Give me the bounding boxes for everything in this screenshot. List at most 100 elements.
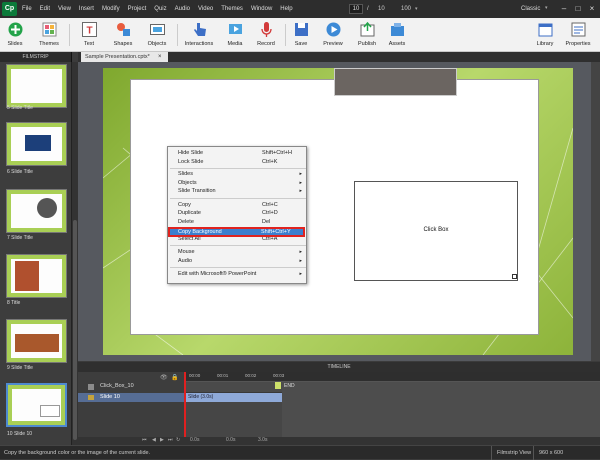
lock-icon[interactable]: 🔒 [171,374,178,381]
interactions-button[interactable]: Interactions [182,21,216,51]
timeline-bar-slide[interactable]: Slide (3.0s) [185,393,282,402]
status-view: Filmstrip View [497,450,532,456]
timeline-ruler[interactable]: 00:00 00:01 00:02 00:03 [185,372,600,382]
record-button[interactable]: Record [255,21,277,51]
current-time: 0.0s [190,437,200,443]
menu-item-hide-slide[interactable]: Hide Slide Shift+Ctrl+H [178,149,306,158]
menu-view[interactable]: View [58,6,71,12]
publish-button[interactable]: Publish [354,21,380,51]
assets-button[interactable]: Assets [386,21,408,51]
menu-project[interactable]: Project [128,6,147,12]
minimize-icon[interactable]: – [558,3,570,15]
library-icon [537,21,554,38]
menu-audio[interactable]: Audio [175,6,190,12]
document-tab[interactable]: Sample Presentation.cptx* [81,52,168,62]
play-icon [325,21,342,38]
menu-edit[interactable]: Edit [40,6,50,12]
zoom-select[interactable]: 100 [401,4,411,14]
menu-bar: File Edit View Insert Modify Project Qui… [22,0,293,18]
menu-item-edit-powerpoint[interactable]: Edit with Microsoft® PowerPoint ▸ [178,270,306,279]
stage-scrollbar[interactable] [591,62,600,361]
duration-time: 3.0s [258,437,268,443]
workspace-chevron-icon[interactable]: ▾ [545,5,548,11]
preview-button[interactable]: Preview [320,21,346,51]
menu-themes[interactable]: Themes [221,6,243,12]
next-icon[interactable]: ⏭ [168,437,173,443]
maximize-icon[interactable]: □ [572,3,584,15]
properties-icon [570,21,587,38]
menu-modify[interactable]: Modify [102,6,120,12]
layer-row-slide[interactable]: Slide 10 [78,393,184,402]
save-icon [293,21,310,38]
menu-item-mouse[interactable]: Mouse ▸ [178,248,306,257]
zoom-chevron-icon[interactable]: ▾ [415,5,418,13]
menu-quiz[interactable]: Quiz [154,6,166,12]
objects-button[interactable]: Objects [144,21,170,51]
media-icon [227,21,244,38]
microphone-icon [258,21,275,38]
close-window-icon[interactable]: × [586,3,598,15]
timeline-controls: ⏮ ◀ ▶ ⏭ ↻ 0.0s 0.0s 3.0s [78,437,600,445]
slide-thumbnail-8[interactable] [6,254,67,298]
slides-button[interactable]: Slides [4,21,26,51]
resize-handle[interactable] [512,274,517,279]
slide-label: 9 Slide Title [7,365,33,371]
close-tab-icon[interactable]: × [158,52,162,62]
menu-insert[interactable]: Insert [79,6,94,12]
menu-divider [170,198,306,199]
media-button[interactable]: Media [224,21,246,51]
slide-label: 7 Slide Title [7,235,33,241]
filmstrip-scroll-thumb[interactable] [73,220,77,440]
menu-item-objects[interactable]: Objects ▸ [178,179,306,188]
menu-video[interactable]: Video [198,6,213,12]
layer-row-click-box[interactable]: Click_Box_10 [78,382,184,392]
text-button[interactable]: T Text [78,21,100,51]
slide-label: 6 Slide Title [7,169,33,175]
end-marker[interactable] [275,382,281,389]
eye-icon[interactable]: 👁 [160,374,168,381]
menu-item-copy-background[interactable]: Copy Background Shift+Ctrl+Y [168,227,305,237]
workspace-select[interactable]: Classic [521,4,540,14]
menu-window[interactable]: Window [251,6,272,12]
loop-icon[interactable]: ↻ [176,437,180,443]
total-slides: 10 [378,6,385,12]
slide-thumbnail-10[interactable] [6,383,67,427]
toolbar-divider [285,24,286,46]
slide-thumbnail-9[interactable] [6,319,67,363]
playhead[interactable] [184,372,186,437]
slide-thumbnail-6[interactable] [6,122,67,166]
add-slide-icon [7,21,24,38]
menu-item-lock-slide[interactable]: Lock Slide Ctrl+K [178,158,306,167]
svg-text:T: T [86,26,92,37]
status-divider [533,446,534,460]
click-box-layer-icon [88,384,94,390]
previous-icon[interactable]: ◀ [152,437,156,443]
menu-item-slides[interactable]: Slides ▸ [178,170,306,179]
slide-label: 10 Slide 10 [7,431,33,437]
menu-item-duplicate[interactable]: Duplicate Ctrl+D [178,209,306,218]
shapes-button[interactable]: Shapes [111,21,135,51]
library-button[interactable]: Library [533,21,557,51]
play-timeline-icon[interactable]: ▶ [160,437,164,443]
slide-image[interactable] [334,68,457,96]
properties-button[interactable]: Properties [562,21,594,51]
menu-item-delete[interactable]: Delete Del [178,218,306,227]
rewind-icon[interactable]: ⏮ [142,437,147,443]
toolbar-divider [177,24,178,46]
context-menu: Hide Slide Shift+Ctrl+H Lock Slide Ctrl+K … [167,146,307,284]
menu-item-copy[interactable]: Copy Ctrl+C [178,201,306,210]
slide-thumbnail-5[interactable] [6,64,67,108]
timeline-track-click-box[interactable] [185,382,282,392]
slide-thumbnail-7[interactable] [6,189,67,233]
menu-item-audio[interactable]: Audio ▸ [178,257,306,266]
timeline-empty-area [185,402,282,437]
save-button[interactable]: Save [291,21,311,51]
assets-icon [389,21,406,38]
menu-item-slide-transition[interactable]: Slide Transition ▸ [178,187,306,196]
themes-button[interactable]: Themes [36,21,62,51]
current-slide-input[interactable]: 10 [349,4,363,14]
menu-file[interactable]: File [22,6,32,12]
menu-help[interactable]: Help [280,6,292,12]
timeline-header: TIMELINE [78,362,600,372]
themes-icon [41,21,58,38]
